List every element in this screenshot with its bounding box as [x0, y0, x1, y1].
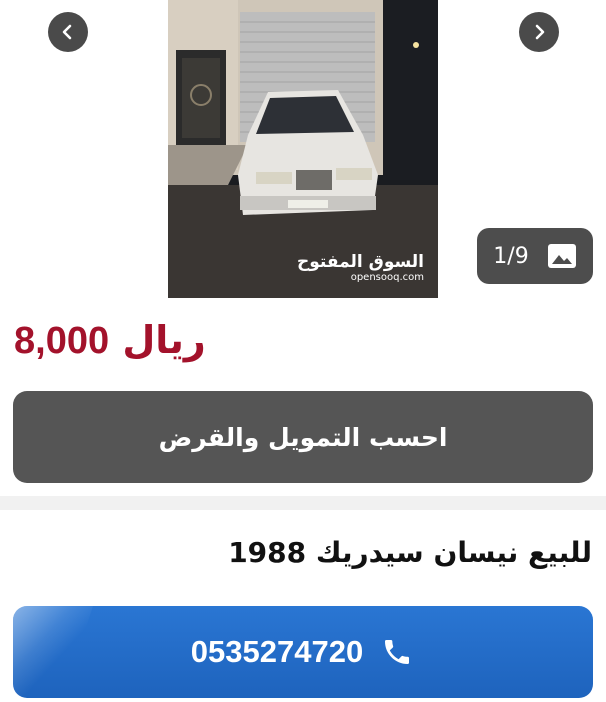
finance-calculator-button[interactable]: احسب التمويل والقرض: [13, 391, 593, 483]
listing-price: 8,000 ريال: [14, 318, 414, 363]
watermark-arabic: السوق المفتوح: [297, 252, 424, 273]
image-icon: [547, 243, 577, 269]
call-seller-button[interactable]: 0535274720: [13, 606, 593, 698]
watermark: السوق المفتوح opensooq.com: [297, 253, 424, 284]
image-counter-text: 1/9: [493, 243, 529, 269]
watermark-english: opensooq.com: [350, 272, 424, 283]
image-gallery[interactable]: السوق المفتوح opensooq.com 1/9: [0, 0, 606, 300]
finance-calculator-label: احسب التمويل والقرض: [158, 422, 448, 452]
phone-number: 0535274720: [190, 634, 364, 669]
image-counter-button[interactable]: 1/9: [477, 228, 593, 284]
phone-icon: [381, 635, 415, 669]
section-divider: [0, 496, 606, 510]
listing-title: للبيع نيسان سيدريك 1988: [228, 536, 592, 569]
price-currency: ريال: [122, 318, 206, 362]
next-image-button[interactable]: [519, 12, 559, 52]
button-shine: [13, 606, 93, 698]
price-amount: 8,000: [14, 320, 110, 362]
previous-image-button[interactable]: [48, 12, 88, 52]
chevron-left-icon: [62, 24, 72, 40]
chevron-right-icon: [535, 24, 545, 40]
car-photo[interactable]: السوق المفتوح opensooq.com: [168, 0, 438, 298]
